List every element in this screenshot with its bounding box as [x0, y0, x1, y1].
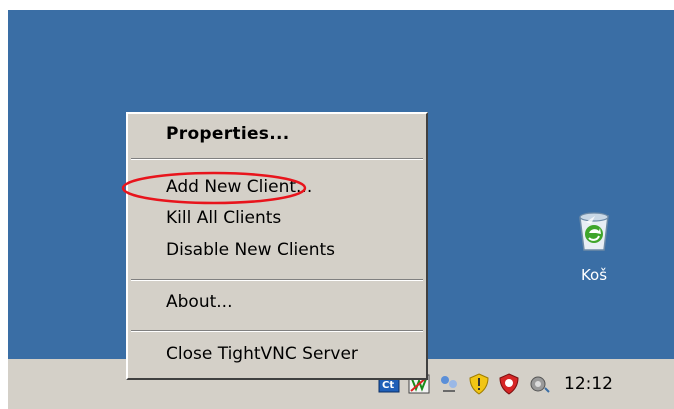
volume-icon[interactable] — [528, 373, 550, 395]
desktop-icon-recycle-bin[interactable]: Koš — [554, 208, 634, 284]
menu-separator — [131, 279, 423, 281]
svg-text:Ct: Ct — [382, 380, 394, 391]
antivirus-icon[interactable] — [498, 373, 520, 395]
security-shield-icon[interactable] — [468, 373, 490, 395]
menu-item-kill-all-clients[interactable]: Kill All Clients — [166, 208, 281, 228]
recycle-bin-icon — [579, 212, 609, 251]
menu-item-disable-new-clients[interactable]: Disable New Clients — [166, 240, 335, 260]
menu-item-close-tightvnc-server[interactable]: Close TightVNC Server — [166, 344, 358, 364]
highlight-ellipse-annotation — [121, 171, 307, 205]
menu-item-properties[interactable]: Properties... — [166, 124, 289, 144]
tightvnc-context-menu: Properties... Add New Client... Kill All… — [121, 112, 428, 380]
menu-separator — [131, 158, 423, 160]
menu-separator — [131, 330, 423, 332]
recycle-bin-label: Koš — [580, 266, 608, 284]
network-icon[interactable] — [438, 373, 460, 395]
menu-item-about[interactable]: About... — [166, 292, 232, 312]
clock[interactable]: 12:12 — [564, 374, 613, 394]
